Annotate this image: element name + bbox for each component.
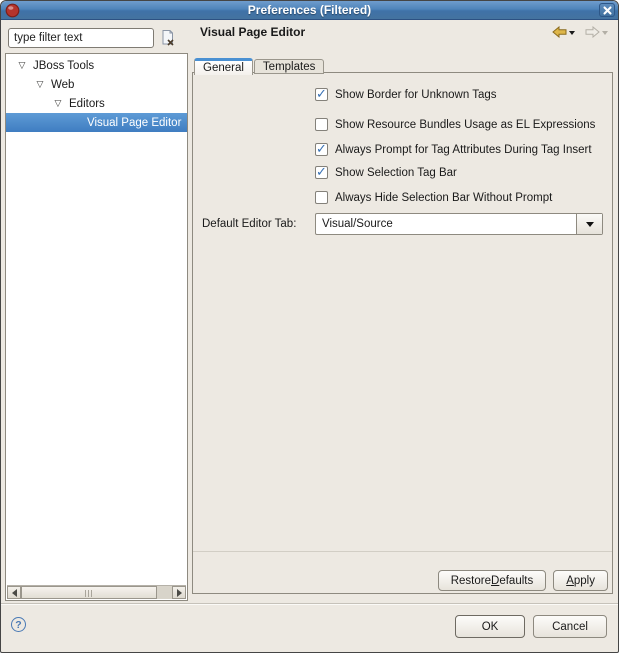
expander-icon[interactable]: ▽ bbox=[34, 79, 46, 90]
checkbox-always-prompt[interactable]: Always Prompt for Tag Attributes During … bbox=[315, 143, 592, 156]
clear-filter-icon[interactable] bbox=[159, 29, 176, 46]
tab-general[interactable]: General bbox=[194, 58, 253, 75]
tree-item-label: Visual Page Editor bbox=[87, 117, 181, 129]
tree-item-jboss-tools[interactable]: ▽ JBoss Tools bbox=[6, 56, 187, 75]
checkbox-label: Always Prompt for Tag Attributes During … bbox=[335, 144, 592, 156]
tree-item-editors[interactable]: ▽ Editors bbox=[6, 94, 187, 113]
forward-dropdown-icon bbox=[602, 31, 608, 38]
scrollbar-thumb[interactable] bbox=[21, 586, 157, 599]
back-dropdown-icon[interactable] bbox=[569, 31, 575, 38]
scroll-left-button[interactable] bbox=[7, 586, 21, 599]
restore-defaults-button[interactable]: Restore Defaults bbox=[438, 570, 546, 591]
tab-bar: General Templates bbox=[194, 57, 325, 74]
checkbox-label: Show Border for Unknown Tags bbox=[335, 89, 497, 101]
checkbox-icon[interactable] bbox=[315, 143, 328, 156]
tab-templates[interactable]: Templates bbox=[254, 59, 324, 74]
footer-separator bbox=[1, 603, 618, 604]
tree-horizontal-scrollbar[interactable] bbox=[7, 585, 186, 599]
checkbox-icon[interactable] bbox=[315, 88, 328, 101]
default-editor-tab-combo[interactable]: Visual/Source bbox=[315, 213, 603, 235]
combo-dropdown-button[interactable] bbox=[576, 214, 602, 234]
tree-item-web[interactable]: ▽ Web bbox=[6, 75, 187, 94]
checkbox-show-border[interactable]: Show Border for Unknown Tags bbox=[315, 88, 497, 101]
page-title: Visual Page Editor bbox=[200, 25, 305, 39]
tree-item-label: Editors bbox=[69, 98, 105, 110]
label-part: efaults bbox=[499, 575, 533, 587]
expander-icon[interactable]: ▽ bbox=[52, 98, 64, 109]
label-mnemonic: A bbox=[566, 575, 574, 587]
ok-button[interactable]: OK bbox=[455, 615, 525, 638]
general-tab-content: Show Border for Unknown Tags Show Resour… bbox=[192, 72, 613, 594]
checkbox-label: Show Resource Bundles Usage as EL Expres… bbox=[335, 119, 595, 131]
filter-input[interactable] bbox=[8, 28, 154, 48]
scroll-right-button[interactable] bbox=[172, 586, 186, 599]
checkbox-hide-selection-bar[interactable]: Always Hide Selection Bar Without Prompt bbox=[315, 191, 552, 204]
arrow-left-icon bbox=[8, 589, 17, 597]
content-divider bbox=[193, 551, 612, 552]
back-button[interactable] bbox=[552, 26, 575, 38]
label-part: Restore bbox=[451, 575, 491, 587]
chevron-down-icon bbox=[586, 222, 594, 231]
expander-icon[interactable]: ▽ bbox=[16, 60, 28, 71]
checkbox-icon[interactable] bbox=[315, 166, 328, 179]
checkbox-resource-bundles[interactable]: Show Resource Bundles Usage as EL Expres… bbox=[315, 118, 595, 131]
help-button[interactable]: ? bbox=[11, 617, 26, 632]
forward-button bbox=[585, 26, 608, 38]
preferences-dialog: Preferences (Filtered) ▽ JBoss Tools ▽ W… bbox=[0, 0, 619, 653]
default-editor-tab-label: Default Editor Tab: bbox=[202, 218, 296, 230]
checkbox-selection-tag-bar[interactable]: Show Selection Tag Bar bbox=[315, 166, 457, 179]
checkbox-label: Always Hide Selection Bar Without Prompt bbox=[335, 192, 552, 204]
close-icon bbox=[603, 6, 612, 15]
checkbox-icon[interactable] bbox=[315, 118, 328, 131]
tree-item-label: JBoss Tools bbox=[33, 60, 94, 72]
window-title: Preferences (Filtered) bbox=[1, 3, 618, 17]
forward-arrow-icon bbox=[585, 26, 600, 38]
preferences-tree: ▽ JBoss Tools ▽ Web ▽ Editors ▽ Visual P… bbox=[5, 53, 188, 601]
cancel-button[interactable]: Cancel bbox=[533, 615, 607, 638]
back-arrow-icon bbox=[552, 26, 567, 38]
checkbox-icon[interactable] bbox=[315, 191, 328, 204]
arrow-right-icon bbox=[177, 589, 186, 597]
label-part: pply bbox=[574, 575, 595, 587]
checkbox-label: Show Selection Tag Bar bbox=[335, 167, 457, 179]
combo-value: Visual/Source bbox=[316, 218, 576, 230]
close-button[interactable] bbox=[599, 3, 615, 17]
titlebar[interactable]: Preferences (Filtered) bbox=[1, 1, 618, 20]
label-mnemonic: D bbox=[491, 575, 499, 587]
tree-item-visual-page-editor[interactable]: ▽ Visual Page Editor bbox=[6, 113, 187, 132]
tree-item-label: Web bbox=[51, 79, 74, 91]
apply-button[interactable]: Apply bbox=[553, 570, 608, 591]
